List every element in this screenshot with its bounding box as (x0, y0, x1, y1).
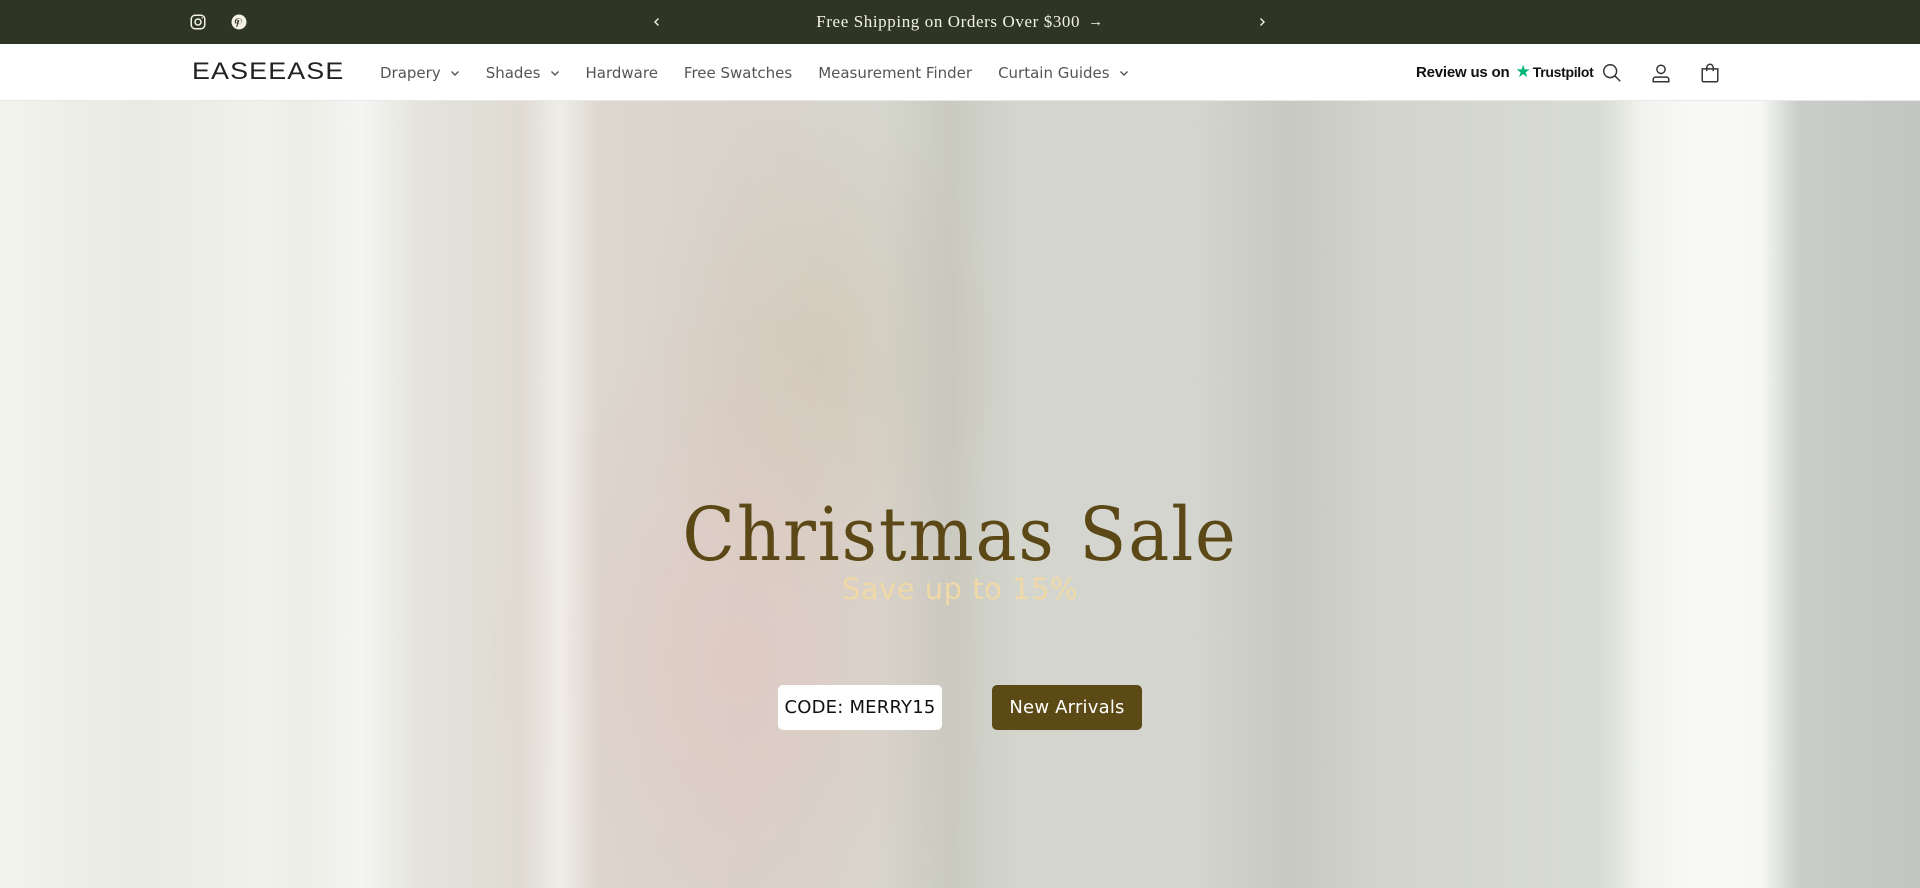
trustpilot-star-icon: ★ (1515, 62, 1531, 81)
nav-item-label: Free Swatches (683, 63, 793, 82)
nav-item-label: Drapery (380, 63, 441, 82)
hero-background-fold (1620, 101, 1780, 888)
chevron-right-icon[interactable] (1250, 10, 1274, 34)
nav-item-label: Hardware (585, 63, 658, 82)
nav-item-shades[interactable]: Shades (486, 64, 560, 82)
chevron-down-icon (1119, 68, 1129, 78)
promo-code-button[interactable]: CODE: MERRY15 (778, 685, 942, 730)
arrow-right-icon: → (1088, 13, 1104, 30)
trustpilot-review-text: Review us on (1416, 63, 1510, 81)
announcement-link[interactable]: Free Shipping on Orders Over $300 → (700, 0, 1220, 44)
search-icon[interactable] (1598, 59, 1626, 87)
nav-item-drapery[interactable]: Drapery (380, 64, 460, 82)
account-icon[interactable] (1647, 59, 1675, 87)
nav-item-curtain-guides[interactable]: Curtain Guides (998, 64, 1129, 82)
announcement-text: Free Shipping on Orders Over $300 (816, 12, 1081, 31)
nav-item-label: Curtain Guides (998, 63, 1110, 82)
site-header: EASEEASE Drapery Shades Hardware Free Sw… (0, 44, 1920, 101)
nav-item-label: Measurement Finder (818, 63, 973, 82)
trustpilot-brand: Trustpilot (1532, 64, 1594, 80)
announcement-bar: Free Shipping on Orders Over $300 → (0, 0, 1920, 44)
new-arrivals-button[interactable]: New Arrivals (992, 685, 1142, 730)
chevron-down-icon (550, 68, 560, 78)
pinterest-icon[interactable] (228, 11, 250, 33)
chevron-left-icon[interactable] (645, 10, 669, 34)
nav-item-label: Shades (485, 63, 541, 82)
chevron-down-icon (450, 68, 460, 78)
nav-item-measurement-finder[interactable]: Measurement Finder (818, 64, 972, 82)
hero-background-fold (520, 101, 600, 888)
hero-background-fold (300, 101, 420, 888)
trustpilot-review-link[interactable]: Review us on ★ Trustpilot (1416, 61, 1594, 83)
hero-subtitle: Save up to 15% (841, 572, 1079, 606)
site-logo[interactable]: EASEEASE (192, 58, 344, 86)
nav-item-hardware[interactable]: Hardware (586, 64, 658, 82)
nav-item-free-swatches[interactable]: Free Swatches (684, 64, 792, 82)
instagram-icon[interactable] (187, 11, 209, 33)
cart-icon[interactable] (1696, 59, 1724, 87)
main-nav: Drapery Shades Hardware Free Swatches Me… (380, 44, 1155, 101)
hero-title: Christmas Sale (682, 492, 1238, 578)
